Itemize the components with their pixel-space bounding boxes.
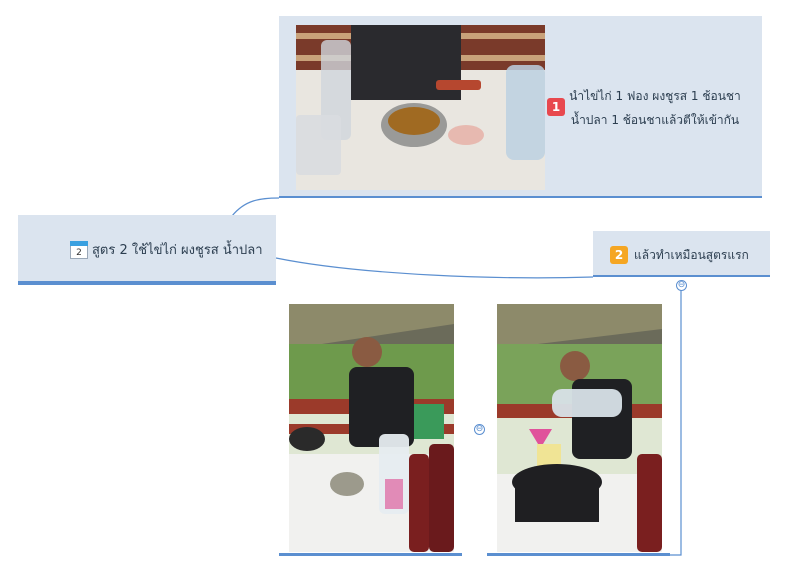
collapse-icon[interactable]: ⊖ xyxy=(676,280,687,291)
main-topic-node[interactable]: 2 สูตร 2 ใช้ไข่ไก่ ผงชูรส น้ำปลา xyxy=(18,215,276,285)
main-topic-label: 2 สูตร 2 ใช้ไข่ไก่ ผงชูรส น้ำปลา xyxy=(70,239,263,260)
collapse-icon-photos[interactable]: ⊖ xyxy=(474,424,485,435)
step-1-photo xyxy=(296,25,545,190)
step-1-badge: 1 xyxy=(547,98,565,116)
step-2-text: แล้วทำเหมือนสูตรแรก xyxy=(634,248,749,262)
photo-right xyxy=(497,304,662,552)
step-1-text: นำไข่ไก่ 1 ฟอง ผงชูรส 1 ช้อนชา น้ำปลา 1 … xyxy=(569,84,741,132)
main-topic-text: สูตร 2 ใช้ไข่ไก่ ผงชูรส น้ำปลา xyxy=(92,243,263,258)
step-2-badge: 2 xyxy=(610,246,628,264)
step-2-node[interactable]: 2 แล้วทำเหมือนสูตรแรก xyxy=(593,231,770,277)
calendar-icon: 2 xyxy=(70,240,88,259)
step-1-node[interactable]: 1 นำไข่ไก่ 1 ฟอง ผงชูรส 1 ช้อนชา น้ำปลา … xyxy=(279,16,762,198)
step-1-text-line1: นำไข่ไก่ 1 ฟอง ผงชูรส 1 ช้อนชา xyxy=(569,89,741,103)
photo-left-underline xyxy=(279,553,462,556)
step-1-text-line2: น้ำปลา 1 ช้อนชาแล้วตีให้เข้ากัน xyxy=(570,113,740,127)
photo-left xyxy=(289,304,454,552)
photo-right-underline xyxy=(487,553,670,556)
